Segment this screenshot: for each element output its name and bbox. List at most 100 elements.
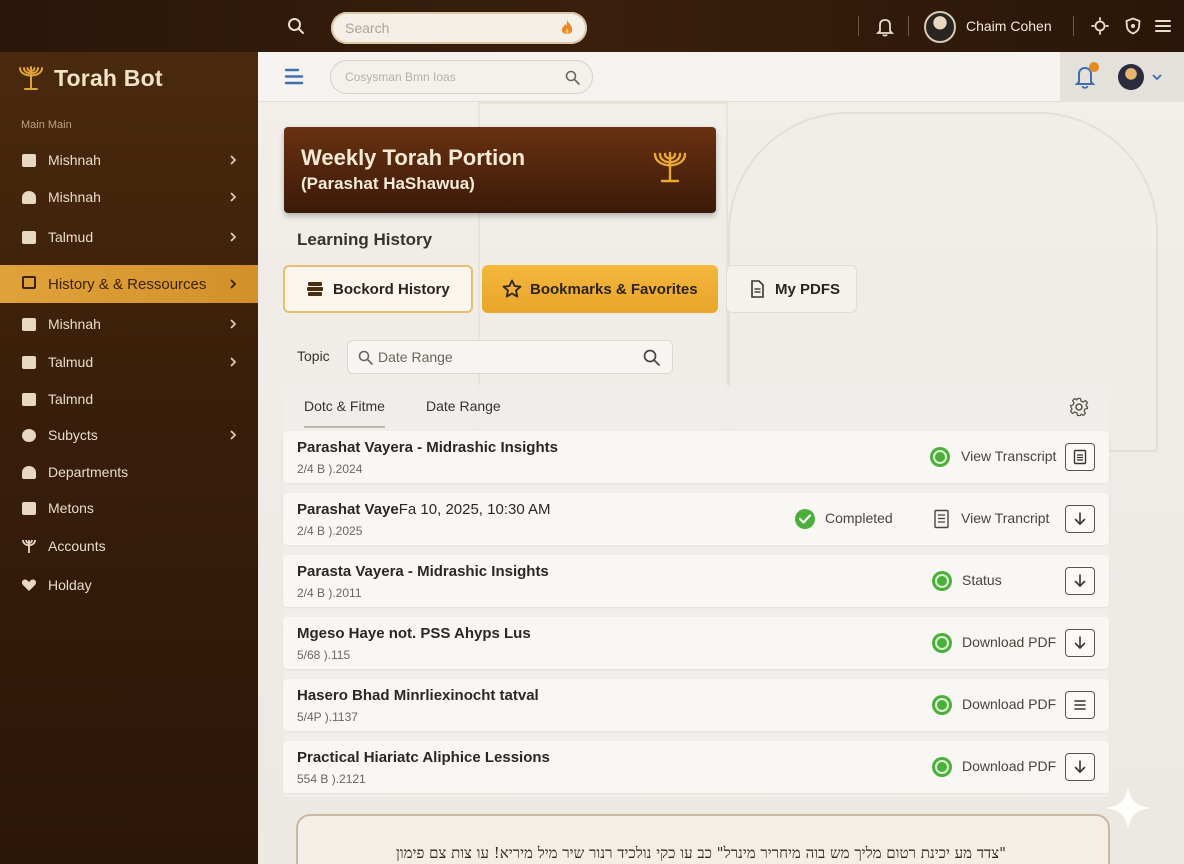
- download-button[interactable]: [1065, 753, 1095, 781]
- divider: [908, 16, 909, 36]
- top-search-input[interactable]: [331, 12, 531, 44]
- document-button[interactable]: [1065, 443, 1095, 471]
- document-icon: [934, 509, 949, 529]
- row-date: 554 B ).2121: [297, 772, 366, 786]
- status-check-icon: [932, 757, 952, 777]
- sidebar-item-talmnd[interactable]: Talmnd: [0, 382, 258, 416]
- row-date: 2/4 B ).2011: [297, 586, 362, 600]
- monitor-icon: [22, 393, 36, 406]
- search-icon[interactable]: [287, 17, 305, 35]
- sidebar-item-label: Departments: [48, 464, 129, 480]
- sidebar-item-mishnah-3[interactable]: Mishnah: [0, 307, 258, 341]
- tab-bookmarks-favorites[interactable]: Bookmarks & Favorites: [482, 265, 718, 313]
- table-row[interactable]: Parasta Vayera - Midrashic Insights 2/4 …: [283, 555, 1109, 607]
- menu-icon[interactable]: [1155, 19, 1171, 33]
- status-check-icon: [932, 633, 952, 653]
- sidebar-item-metons[interactable]: Metons: [0, 491, 258, 525]
- hamburger-icon[interactable]: [284, 68, 304, 85]
- download-pdf-link[interactable]: Download PDF: [962, 696, 1056, 712]
- star-icon: [502, 279, 522, 298]
- download-pdf-link[interactable]: Download PDF: [962, 634, 1056, 650]
- date-range-filter[interactable]: [347, 340, 673, 374]
- avatar[interactable]: [1118, 64, 1144, 90]
- column-date-time[interactable]: Dotc & Fitme: [304, 398, 385, 428]
- sidebar-item-label: Mishnah: [48, 189, 101, 205]
- top-search-field[interactable]: [331, 12, 587, 44]
- column-date-range[interactable]: Date Range: [426, 398, 501, 414]
- chevron-right-icon: [230, 232, 237, 242]
- sparkle-icon[interactable]: [1104, 784, 1152, 832]
- sidebar-item-label: Subycts: [48, 427, 98, 443]
- tab-bookmark-history[interactable]: Bockord History: [283, 265, 473, 313]
- download-icon: [1074, 512, 1086, 525]
- sub-search-input[interactable]: [331, 61, 551, 93]
- table-row[interactable]: Parashat Vayera - Midrashic Insights 2/4…: [283, 431, 1109, 483]
- sidebar-item-label: Mishnah: [48, 152, 101, 168]
- table-row[interactable]: Mgeso Haye not. PSS Ahyps Lus 5/68 ).115…: [283, 617, 1109, 669]
- row-title-suffix: Fa 10, 2025, 10:30 AM: [398, 501, 551, 518]
- row-date: 2/4 B ).2025: [297, 524, 363, 538]
- chevron-right-icon: [230, 155, 237, 165]
- sidebar-item-label: Talmnd: [48, 391, 94, 407]
- download-button[interactable]: [1065, 505, 1095, 533]
- view-transcript-link[interactable]: View Transcript: [961, 448, 1056, 464]
- quote-banner: "צדד מע יכינת רטום מליך מש בוה מיחריר מי…: [296, 814, 1110, 864]
- table-row[interactable]: Practical Hiariatc Aliphice Lessions 554…: [283, 741, 1109, 793]
- search-icon[interactable]: [565, 70, 580, 85]
- brand[interactable]: Torah Bot: [16, 62, 163, 94]
- shield-icon[interactable]: [1124, 17, 1142, 35]
- sidebar-item-holday[interactable]: Holday: [0, 568, 258, 602]
- search-icon[interactable]: [643, 349, 660, 366]
- list-button[interactable]: [1065, 691, 1095, 719]
- sidebar-item-label: Holday: [48, 577, 92, 593]
- sidebar-item-mishnah-2[interactable]: Mishnah: [0, 180, 258, 214]
- portion-title: Weekly Torah Portion: [301, 145, 526, 170]
- download-pdf-link[interactable]: Download PDF: [962, 758, 1056, 774]
- tab-label: Bookmarks & Favorites: [530, 280, 698, 298]
- bell-icon[interactable]: [876, 17, 894, 37]
- download-icon: [1074, 574, 1086, 587]
- status-check-icon: [930, 447, 950, 467]
- status-label: Status: [962, 572, 1002, 588]
- sidebar-section-label: Main Main: [21, 119, 72, 131]
- sidebar-item-mishnah[interactable]: Mishnah: [0, 143, 258, 177]
- sidebar-item-label: Accounts: [48, 538, 106, 554]
- download-button[interactable]: [1065, 629, 1095, 657]
- table-row[interactable]: Parashat VayeFa 10, 2025, 10:30 AM 2/4 B…: [283, 493, 1109, 545]
- row-title: Practical Hiariatc Aliphice Lessions: [297, 749, 550, 766]
- status-check-icon: [932, 695, 952, 715]
- download-button[interactable]: [1065, 567, 1095, 595]
- chevron-right-icon: [230, 279, 237, 289]
- view-transcript-link[interactable]: View Trancript: [961, 510, 1049, 526]
- sidebar-item-subycts[interactable]: Subycts: [0, 418, 258, 452]
- user-name[interactable]: Chaim Cohen: [966, 18, 1052, 34]
- history-list: Dotc & Fitme Date Range Parashat Vayera …: [283, 385, 1109, 797]
- sidebar-item-departments[interactable]: Departments: [0, 455, 258, 489]
- sidebar-item-talmud-2[interactable]: Talmud: [0, 345, 258, 379]
- avatar[interactable]: [924, 11, 956, 43]
- weekly-portion-banner[interactable]: Weekly Torah Portion (Parashat HaShawua): [284, 127, 716, 213]
- sidebar: Torah Bot Main Main Mishnah Mishnah Talm…: [0, 52, 258, 864]
- sidebar-item-accounts[interactable]: Accounts: [0, 529, 258, 563]
- sidebar-item-talmud[interactable]: Talmud: [0, 220, 258, 254]
- sidebar-item-label: Talmud: [48, 354, 94, 370]
- menorah-icon: [653, 151, 687, 183]
- sub-search-field[interactable]: [330, 60, 593, 94]
- tab-my-pdfs[interactable]: My PDFS: [726, 265, 857, 313]
- status-check-icon: [932, 571, 952, 591]
- chevron-down-icon[interactable]: [1152, 74, 1162, 80]
- divider: [1073, 16, 1074, 36]
- row-date: 2/4 B ).2024: [297, 462, 363, 476]
- status-completed: Completed: [825, 510, 893, 526]
- chevron-right-icon: [230, 357, 237, 367]
- table-row[interactable]: Hasero Bhad Minrliexinocht tatval 5/4P )…: [283, 679, 1109, 731]
- list-icon: [1074, 700, 1086, 710]
- date-range-input[interactable]: [378, 341, 628, 373]
- menorah-icon: [19, 66, 43, 90]
- check-icon: [795, 509, 815, 529]
- sidebar-item-label: Mishnah: [48, 316, 101, 332]
- row-title-main: Parashat Vaye: [297, 501, 399, 518]
- sun-icon[interactable]: [1091, 17, 1109, 35]
- gear-icon[interactable]: [1069, 397, 1089, 417]
- sidebar-item-history-resources[interactable]: History & & Ressources: [0, 265, 258, 303]
